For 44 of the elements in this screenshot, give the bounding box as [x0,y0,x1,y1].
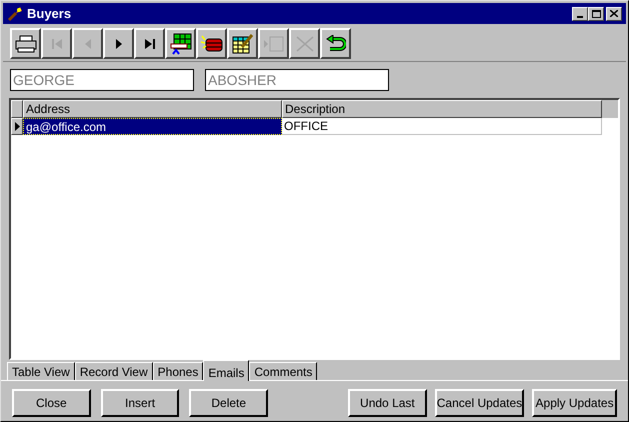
table-edit-icon [232,32,254,54]
next-button[interactable] [103,28,134,59]
column-header[interactable]: Address [23,100,282,118]
tab[interactable]: Record View [74,362,153,380]
action-button[interactable]: Close [12,389,91,417]
action-button[interactable]: Delete [189,389,268,417]
name-field[interactable]: ABOSHER [205,69,389,91]
close-icon [610,10,618,17]
previous-record-icon [84,38,92,50]
action-button[interactable]: Cancel Updates [434,389,524,417]
row-indicator[interactable] [11,118,23,135]
edit-button[interactable] [227,28,258,59]
dynamite-icon [200,34,224,54]
table-cell: ga@office.com [23,118,282,135]
next-record-icon [114,38,122,50]
last-button[interactable] [134,28,165,59]
tab[interactable]: Comments [249,362,318,380]
name-field[interactable]: GEORGE [10,69,194,91]
close-button[interactable] [606,6,622,20]
current-row-icon [14,122,20,131]
grid-icon [170,32,192,54]
tab[interactable]: Emails [203,360,250,381]
undo-icon [326,34,346,52]
minimize-icon [577,16,583,18]
minimize-button[interactable] [572,6,588,20]
first-record-icon [50,38,62,50]
action-button[interactable]: Insert [100,389,180,417]
printer-icon [14,34,36,52]
action-button[interactable]: Apply Updates [532,389,617,417]
grid-button[interactable] [165,28,196,59]
tab[interactable]: Table View [7,362,75,380]
maximize-icon [592,10,600,18]
torch-icon [7,6,23,22]
undo-button[interactable] [320,28,351,59]
tab[interactable]: Phones [152,362,204,380]
maximize-button[interactable] [588,6,604,20]
column-header[interactable]: Description [282,100,602,118]
insert-record-icon [262,34,284,52]
print-button[interactable] [10,28,41,59]
action-button[interactable]: Undo Last [348,389,427,417]
dynamite-button[interactable] [196,28,227,59]
window-title: Buyers [27,4,72,23]
last-record-icon [144,38,156,50]
table-cell: OFFICE [282,118,602,135]
